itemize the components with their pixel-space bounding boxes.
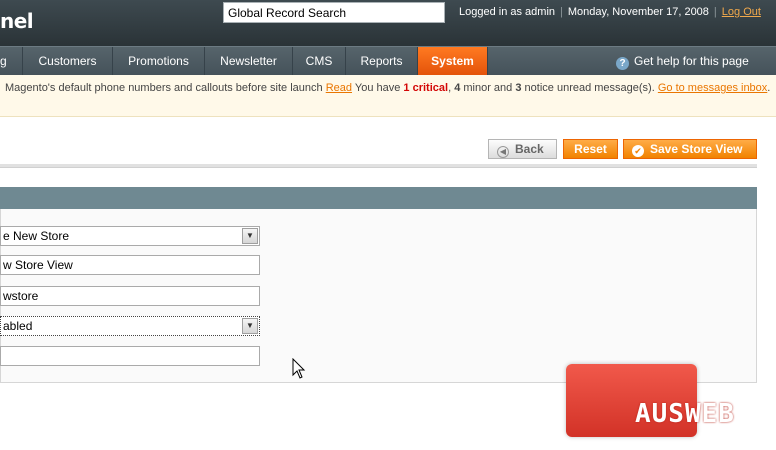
- global-search-input[interactable]: Global Record Search: [223, 2, 445, 23]
- admin-logo: nel: [0, 9, 34, 33]
- header-separator: |: [560, 6, 563, 18]
- notice-message: Magento's default phone numbers and call…: [5, 82, 770, 94]
- nav-item-newsletter[interactable]: Newsletter: [205, 47, 293, 75]
- minor-count: 4: [454, 82, 461, 94]
- checkmark-icon: ✔: [632, 145, 644, 157]
- header-separator: |: [713, 6, 717, 18]
- store-select-value: e New Store: [3, 229, 70, 243]
- main-navigation: g Customers Promotions Newsletter CMS Re…: [0, 46, 776, 75]
- nav-item-reports[interactable]: Reports: [346, 47, 418, 75]
- help-link[interactable]: ? Get help for this page: [616, 47, 749, 75]
- store-view-section-header: [0, 187, 757, 209]
- back-arrow-icon: ◀: [497, 146, 509, 158]
- system-notice-bar: Magento's default phone numbers and call…: [0, 75, 776, 117]
- logged-in-text: Logged in as admin: [459, 6, 556, 18]
- watermark-text: AUSWEB: [635, 399, 735, 429]
- help-label: Get help for this page: [634, 54, 749, 68]
- admin-header: nel Global Record Search Logged in as ad…: [0, 0, 776, 46]
- status-select[interactable]: abled ▼: [0, 316, 260, 336]
- mouse-cursor-icon: [292, 358, 306, 379]
- sort-order-input[interactable]: [0, 346, 260, 366]
- nav-item-customers[interactable]: Customers: [23, 47, 113, 75]
- notice-read-link[interactable]: Read: [326, 82, 352, 94]
- chevron-down-icon[interactable]: ▼: [242, 318, 258, 334]
- store-view-name-input[interactable]: w Store View: [0, 255, 260, 275]
- chevron-down-icon[interactable]: ▼: [242, 228, 258, 244]
- nav-item-promotions[interactable]: Promotions: [113, 47, 205, 75]
- back-label: Back: [515, 142, 544, 156]
- nav-item-catalog[interactable]: g: [0, 47, 23, 75]
- help-icon: ?: [616, 57, 629, 70]
- notice-text: Magento's default phone numbers and call…: [5, 82, 323, 94]
- notice-text: notice unread message(s).: [524, 82, 655, 94]
- critical-count: 1 critical: [403, 82, 449, 94]
- notice-text: .: [767, 82, 771, 94]
- status-select-value: abled: [3, 319, 33, 333]
- header-date: Monday, November 17, 2008: [567, 6, 709, 18]
- notice-count: 3: [515, 82, 522, 94]
- reset-button[interactable]: Reset: [563, 139, 618, 159]
- nav-item-cms[interactable]: CMS: [293, 47, 346, 75]
- notice-text: You have: [354, 82, 401, 94]
- nav-item-system[interactable]: System: [418, 47, 488, 75]
- content-divider: [0, 164, 757, 168]
- logout-link[interactable]: Log Out: [722, 6, 761, 18]
- store-view-code-input[interactable]: wstore: [0, 286, 260, 306]
- header-user-info: Logged in as admin | Monday, November 17, …: [459, 6, 761, 18]
- store-select[interactable]: e New Store ▼: [0, 226, 260, 246]
- save-label: Save Store View: [650, 142, 743, 156]
- notice-text: minor and: [463, 82, 513, 94]
- notice-text: ,: [448, 82, 452, 94]
- save-store-view-button[interactable]: ✔ Save Store View: [623, 139, 757, 159]
- back-button[interactable]: ◀ Back: [488, 139, 557, 159]
- messages-inbox-link[interactable]: Go to messages inbox: [658, 82, 767, 94]
